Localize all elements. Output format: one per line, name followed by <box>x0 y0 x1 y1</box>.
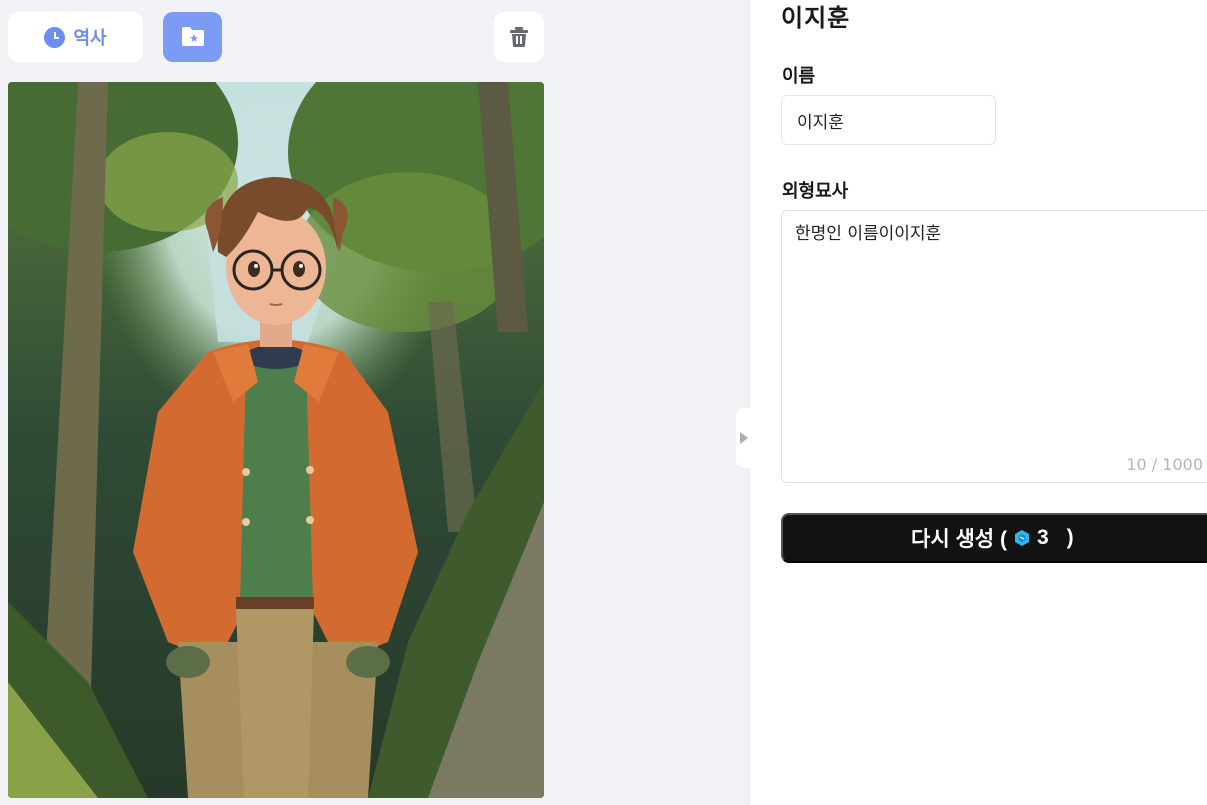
gem-icon <box>1014 530 1029 546</box>
name-label: 이름 <box>782 66 816 87</box>
trash-icon <box>510 27 528 47</box>
clock-icon <box>44 26 66 48</box>
regenerate-close: ) <box>1066 526 1074 549</box>
character-illustration <box>8 82 544 798</box>
regenerate-cost: 3 <box>1036 526 1049 549</box>
generated-character-image <box>8 82 544 798</box>
arrow-right-icon <box>740 432 748 444</box>
character-title: 이지훈 <box>781 3 851 32</box>
history-label: 역사 <box>73 28 107 48</box>
history-button[interactable]: 역사 <box>8 12 143 62</box>
save-to-folder-button[interactable] <box>163 12 222 62</box>
delete-button[interactable] <box>494 12 544 62</box>
description-text: 한명인 이름이이지훈 <box>795 224 942 244</box>
folder-star-icon <box>181 27 204 46</box>
collapse-panel-handle[interactable] <box>736 408 752 468</box>
description-textarea[interactable]: 한명인 이름이이지훈 10 / 1000 <box>781 210 1207 483</box>
regenerate-label: 다시 생성 ( <box>911 528 1007 551</box>
left-panel: 역사 <box>0 0 752 805</box>
character-counter: 10 / 1000 <box>1126 455 1203 474</box>
regenerate-button[interactable]: 다시 생성 ( 3 ) <box>781 513 1207 563</box>
description-label: 외형묘사 <box>782 181 849 202</box>
name-input[interactable] <box>781 95 996 145</box>
